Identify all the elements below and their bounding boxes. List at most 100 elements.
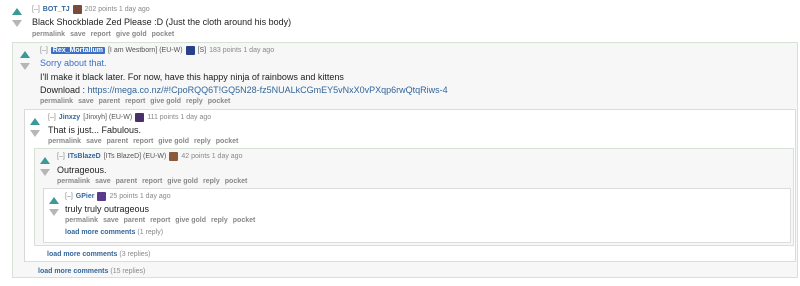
download-label: Download : <box>40 85 88 95</box>
load-more-comments-link[interactable]: load more comments <box>65 229 135 236</box>
comment-body: truly truly outrageous <box>65 204 150 214</box>
upvote-arrow-icon[interactable] <box>40 157 50 164</box>
downvote-arrow-icon[interactable] <box>49 209 59 216</box>
collapse-toggle[interactable]: [–] <box>48 114 56 121</box>
save-link[interactable]: save <box>95 178 111 185</box>
user-flair: [I am Westborn] (EU-W) <box>107 47 183 54</box>
load-more-comments-link[interactable]: load more comments <box>38 268 108 275</box>
user-flair: [ITs BlazeD] (EU-W) <box>103 153 167 160</box>
permalink-link[interactable]: permalink <box>65 217 98 224</box>
give-gold-link[interactable]: give gold <box>150 98 181 105</box>
avatar-icon <box>135 113 145 122</box>
user-flair: [Jinxyh] (EU-W) <box>83 114 133 121</box>
vote-arrows <box>47 197 61 216</box>
vote-arrows <box>10 8 24 27</box>
comment-actions: permalink save parent report give gold r… <box>65 217 255 224</box>
pocket-link[interactable]: pocket <box>208 98 231 105</box>
parent-link[interactable]: parent <box>116 178 137 185</box>
avatar-icon <box>72 5 82 14</box>
avatar-icon <box>97 192 107 201</box>
comment-score: 25 points 1 day ago <box>109 193 171 200</box>
pocket-link[interactable]: pocket <box>233 217 256 224</box>
collapse-toggle[interactable]: [–] <box>57 153 65 160</box>
permalink-link[interactable]: permalink <box>48 138 81 145</box>
comment-tagline: [–] GPier 25 points 1 day ago <box>65 192 171 201</box>
vote-arrows <box>28 118 42 137</box>
report-link[interactable]: report <box>142 178 162 185</box>
permalink-link[interactable]: permalink <box>40 98 73 105</box>
comment-actions: permalink save report give gold pocket <box>32 31 174 38</box>
collapse-toggle[interactable]: [–] <box>32 6 40 13</box>
comment-score: 111 points 1 day ago <box>147 114 212 121</box>
parent-link[interactable]: parent <box>107 138 128 145</box>
downvote-arrow-icon[interactable] <box>12 20 22 27</box>
comment-actions: permalink save parent report give gold r… <box>48 138 238 145</box>
avatar-icon <box>185 46 195 55</box>
downvote-arrow-icon[interactable] <box>20 63 30 70</box>
comment-body: Outrageous. <box>57 165 107 175</box>
pocket-link[interactable]: pocket <box>216 138 239 145</box>
comment-author[interactable]: GPier <box>76 193 95 200</box>
report-link[interactable]: report <box>150 217 170 224</box>
comment-actions: permalink save parent report give gold r… <box>40 98 230 105</box>
save-link[interactable]: save <box>103 217 119 224</box>
save-link[interactable]: save <box>70 31 86 38</box>
upvote-arrow-icon[interactable] <box>49 197 59 204</box>
vote-arrows <box>18 51 32 70</box>
save-link[interactable]: save <box>86 138 102 145</box>
load-more-comments-link[interactable]: load more comments <box>47 251 117 258</box>
parent-link[interactable]: parent <box>124 217 145 224</box>
comment-author[interactable]: Jinxzy <box>59 114 80 121</box>
upvote-arrow-icon[interactable] <box>30 118 40 125</box>
comment-author[interactable]: Rex_Mortallum <box>50 47 105 54</box>
downvote-arrow-icon[interactable] <box>30 130 40 137</box>
comment-body: Black Shockblade Zed Please :D (Just the… <box>32 17 292 27</box>
submitter-badge: [S] <box>197 47 207 54</box>
pocket-link[interactable]: pocket <box>152 31 175 38</box>
give-gold-link[interactable]: give gold <box>116 31 147 38</box>
comment-score: 202 points 1 day ago <box>84 6 150 13</box>
comment-body-line: Download : https://mega.co.nz/#!CpoRQQ6T… <box>40 85 448 95</box>
avatar-icon <box>169 152 179 161</box>
vote-arrows <box>38 157 52 176</box>
comment-author[interactable]: ITsBlazeD <box>68 153 101 160</box>
permalink-link[interactable]: permalink <box>32 31 65 38</box>
comment-actions: permalink save parent report give gold r… <box>57 178 247 185</box>
collapse-toggle[interactable]: [–] <box>65 193 73 200</box>
parent-link[interactable]: parent <box>99 98 120 105</box>
comment-tagline: [–] Rex_Mortallum [I am Westborn] (EU-W)… <box>40 46 274 55</box>
comment-tagline: [–] BOT_TJ 202 points 1 day ago <box>32 5 150 14</box>
reply-link[interactable]: reply <box>211 217 228 224</box>
comment-body: That is just... Fabulous. <box>48 125 142 135</box>
report-link[interactable]: report <box>91 31 111 38</box>
comment-score: 183 points 1 day ago <box>209 47 275 54</box>
comment-body-line: Sorry about that. <box>40 58 107 68</box>
give-gold-link[interactable]: give gold <box>167 178 198 185</box>
reply-count: (1 reply) <box>137 229 164 236</box>
downvote-arrow-icon[interactable] <box>40 169 50 176</box>
reply-count: (3 replies) <box>119 251 151 258</box>
load-more-comments: load more comments (15 replies) <box>38 268 145 275</box>
upvote-arrow-icon[interactable] <box>12 8 22 15</box>
load-more-comments: load more comments (3 replies) <box>47 251 151 258</box>
reply-count: (15 replies) <box>110 268 146 275</box>
give-gold-link[interactable]: give gold <box>175 217 206 224</box>
comment-score: 42 points 1 day ago <box>181 153 243 160</box>
comment-tagline: [–] ITsBlazeD [ITs BlazeD] (EU-W) 42 poi… <box>57 152 242 161</box>
comment-body-line: I'll make it black later. For now, have … <box>40 72 344 82</box>
save-link[interactable]: save <box>78 98 94 105</box>
report-link[interactable]: report <box>133 138 153 145</box>
pocket-link[interactable]: pocket <box>225 178 248 185</box>
report-link[interactable]: report <box>125 98 145 105</box>
give-gold-link[interactable]: give gold <box>158 138 189 145</box>
reply-link[interactable]: reply <box>194 138 211 145</box>
comment-tagline: [–] Jinxzy [Jinxyh] (EU-W) 111 points 1 … <box>48 113 211 122</box>
reply-link[interactable]: reply <box>186 98 203 105</box>
collapse-toggle[interactable]: [–] <box>40 47 48 54</box>
download-link[interactable]: https://mega.co.nz/#!CpoRQQ6T!GQ5N28-fz5… <box>88 85 448 95</box>
comment-author[interactable]: BOT_TJ <box>43 6 70 13</box>
load-more-comments: load more comments (1 reply) <box>65 229 163 236</box>
permalink-link[interactable]: permalink <box>57 178 90 185</box>
upvote-arrow-icon[interactable] <box>20 51 30 58</box>
reply-link[interactable]: reply <box>203 178 220 185</box>
